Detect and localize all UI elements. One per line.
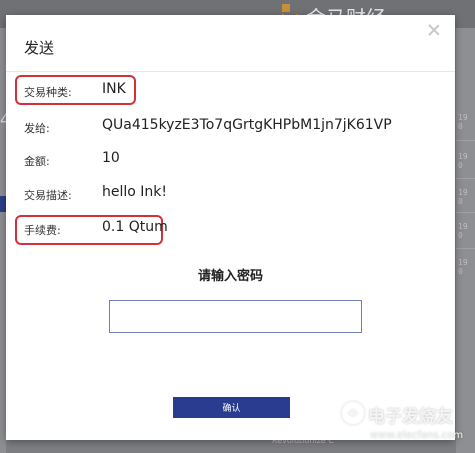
dialog-title: 发送 [24, 39, 55, 57]
background-timestamp: 19 0 [458, 188, 468, 206]
watermark-title: 电子发烧友 [368, 407, 453, 427]
field-fee: 手续费: 0.1 Qtum [6, 218, 455, 240]
field-value: 0.1 Qtum [102, 219, 168, 235]
password-prompt: 请输入密码 [197, 269, 263, 284]
watermark-url: www.elecfans.com [370, 430, 464, 441]
background-divider [456, 178, 475, 179]
field-label: 交易种类: [24, 86, 72, 99]
field-transaction-type: 交易种类: INK [6, 80, 455, 102]
field-label: 交易描述: [24, 189, 72, 202]
background-timestamp: 19 0 [458, 113, 468, 131]
field-value: INK [102, 81, 126, 97]
field-label: 发给: [24, 122, 50, 135]
field-value: hello Ink! [102, 184, 168, 200]
field-description: 交易描述: hello Ink! [6, 183, 455, 205]
watermark: 电子发烧友 www.elecfans.com [338, 398, 468, 448]
background-right-column [456, 28, 475, 453]
background-divider [456, 212, 475, 213]
field-value: QUa415kyzE3To7qGrtgKHPbM1jn7jK61VP [102, 117, 392, 133]
field-label: 手续费: [24, 224, 61, 237]
field-amount: 金额: 10 [6, 149, 455, 171]
background-timestamp: 19 0 [458, 152, 468, 170]
background-timestamp: 19 0 [458, 258, 468, 276]
background-divider [456, 248, 475, 249]
watermark-logo-icon [339, 399, 367, 427]
close-icon[interactable] [427, 23, 441, 37]
field-value: 10 [102, 150, 120, 166]
background-timestamp: 19 0 [458, 222, 468, 240]
field-label: 金额: [24, 155, 50, 168]
dialog-header: 发送 [6, 15, 455, 72]
background-divider [456, 140, 475, 141]
field-recipient: 发给: QUa415kyzE3To7qGrtgKHPbM1jn7jK61VP [6, 116, 455, 138]
password-input[interactable] [109, 300, 362, 333]
send-dialog: 发送 交易种类: INK 发给: QUa415kyzE3To7qGrtgKHPb… [6, 15, 455, 440]
confirm-button[interactable]: 确认 [173, 397, 290, 418]
